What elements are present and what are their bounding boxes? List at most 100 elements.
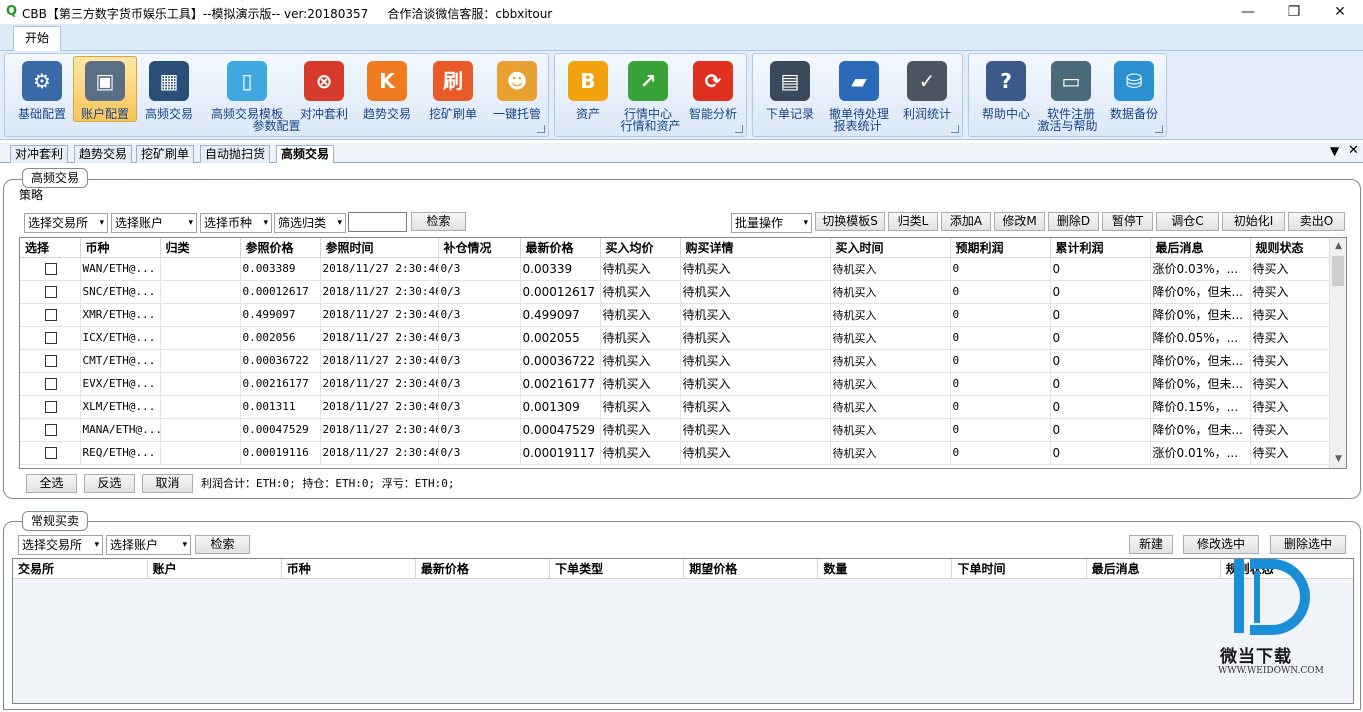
ribbon-button-hedge[interactable]: ⊗ 对冲套利 xyxy=(294,56,354,122)
column-header[interactable]: 账户 xyxy=(147,559,282,579)
group-launcher-icon[interactable] xyxy=(537,125,545,133)
column-header[interactable]: 下单类型 xyxy=(549,559,685,579)
ribbon-button-folder-check[interactable]: ✓ 利润统计 xyxy=(897,56,957,122)
column-header[interactable]: 最后消息 xyxy=(1086,559,1221,579)
ribbon-button-server[interactable]: ▦ 高频交易 xyxy=(139,56,199,122)
new-order-button[interactable]: 新建 xyxy=(1129,535,1173,554)
column-header[interactable]: 最后消息 xyxy=(1150,238,1251,258)
table-row[interactable]: CMT/ETH@... 0.00036722 2018/11/27 2:30:46 0… xyxy=(20,349,1332,373)
row-checkbox[interactable] xyxy=(44,308,57,321)
row-checkbox[interactable] xyxy=(44,400,57,413)
ribbon-button-refresh[interactable]: ⟳ 智能分析 xyxy=(683,56,743,122)
column-header[interactable]: 参照价格 xyxy=(240,238,321,258)
ribbon-button-bitcoin[interactable]: B 资产 xyxy=(561,56,615,122)
row-checkbox[interactable] xyxy=(44,331,57,344)
delete-button[interactable]: 删除D xyxy=(1048,212,1099,231)
ribbon-button-computer[interactable]: ▣ 账户配置 xyxy=(73,56,137,122)
tab-trend[interactable]: 趋势交易 xyxy=(74,145,133,163)
column-header[interactable]: 购买详情 xyxy=(680,238,831,258)
table-row[interactable]: XLM/ETH@... 0.001311 2018/11/27 2:30:46 0/3… xyxy=(20,395,1332,419)
column-header[interactable]: 预期利润 xyxy=(950,238,1051,258)
table-row[interactable]: MANA/ETH@... 0.00047529 2018/11/27 2:30:46… xyxy=(20,418,1332,442)
column-header[interactable]: 选择 xyxy=(20,238,81,258)
column-header[interactable]: 币种 xyxy=(80,238,161,258)
minimize-button[interactable]: — xyxy=(1225,0,1271,24)
ribbon-button-order-record[interactable]: ▤ 下单记录 xyxy=(759,56,821,122)
account-select[interactable]: 选择账户 ▾ xyxy=(111,213,197,233)
tab-close-icon[interactable]: ✕ xyxy=(1348,143,1359,158)
invert-selection-button[interactable]: 反选 xyxy=(84,474,135,493)
ribbon-button-folder[interactable]: ▰ 撤单待处理 xyxy=(825,56,893,122)
add-button[interactable]: 添加A xyxy=(941,212,991,231)
column-header[interactable]: 数量 xyxy=(817,559,953,579)
column-header[interactable]: 币种 xyxy=(281,559,416,579)
ribbon-button-phone[interactable]: ▯ 高频交易模板 xyxy=(204,56,290,122)
ribbon-button-register[interactable]: ▭ 软件注册 xyxy=(1041,56,1101,122)
row-checkbox[interactable] xyxy=(44,262,57,275)
exchange-select[interactable]: 选择交易所 ▾ xyxy=(24,213,108,233)
column-header[interactable]: 最新价格 xyxy=(415,559,551,579)
column-header[interactable]: 参照时间 xyxy=(320,238,439,258)
table-row[interactable]: SNC/ETH@... 0.00012617 2018/11/27 2:30:46 0… xyxy=(20,280,1332,304)
table-row[interactable]: ICX/ETH@... 0.002056 2018/11/27 2:30:46 0/3… xyxy=(20,326,1332,350)
column-header[interactable]: 交易所 xyxy=(13,559,148,579)
ribbon-button-robot[interactable]: ☻ 一键托管 xyxy=(485,56,549,122)
tab-hft[interactable]: 高频交易 xyxy=(276,145,335,163)
column-header[interactable]: 累计利润 xyxy=(1050,238,1151,258)
column-header[interactable]: 补仓情况 xyxy=(438,238,521,258)
tab-mining[interactable]: 挖矿刷单 xyxy=(136,145,195,163)
close-button[interactable]: ✕ xyxy=(1317,0,1363,24)
ribbon-tab-start[interactable]: 开始 xyxy=(13,26,61,52)
pause-button[interactable]: 暂停T xyxy=(1102,212,1153,231)
row-checkbox[interactable] xyxy=(44,446,57,459)
sell-button[interactable]: 卖出O xyxy=(1288,212,1345,231)
category-filter-select[interactable]: 筛选归类 ▾ xyxy=(274,213,346,233)
scrollbar-thumb[interactable] xyxy=(1332,256,1344,286)
table-row[interactable]: XMR/ETH@... 0.499097 2018/11/27 2:30:46 0/3… xyxy=(20,303,1332,327)
tab-dropdown-icon[interactable]: ▼ xyxy=(1330,144,1339,158)
ribbon-button-mining[interactable]: 刷挖矿刷单 xyxy=(423,56,483,122)
group-launcher-icon[interactable] xyxy=(735,125,743,133)
row-checkbox[interactable] xyxy=(44,285,57,298)
tab-hedge[interactable]: 对冲套利 xyxy=(10,145,69,163)
cancel-selection-button[interactable]: 取消 xyxy=(142,474,193,493)
ribbon-button-chart-up[interactable]: ↗ 行情中心 xyxy=(619,56,677,122)
vertical-scrollbar[interactable]: ▲ ▼ xyxy=(1329,238,1346,468)
regular-search-button[interactable]: 检索 xyxy=(195,535,250,554)
column-header[interactable]: 下单时间 xyxy=(951,559,1087,579)
column-header[interactable]: 规则状态 xyxy=(1250,238,1332,258)
coin-select[interactable]: 选择币种 ▾ xyxy=(200,213,272,233)
regular-exchange-select[interactable]: 选择交易所 ▾ xyxy=(18,535,103,555)
modify-button[interactable]: 修改M xyxy=(994,212,1045,231)
ribbon-button-toolbox[interactable]: ⚙ 基础配置 xyxy=(11,56,73,122)
column-header[interactable]: 最新价格 xyxy=(520,238,601,258)
scroll-up-icon[interactable]: ▲ xyxy=(1330,238,1346,255)
batch-operation-select[interactable]: 批量操作 ▾ xyxy=(731,213,812,233)
row-checkbox[interactable] xyxy=(44,423,57,436)
regular-account-select[interactable]: 选择账户 ▾ xyxy=(106,535,191,555)
select-all-button[interactable]: 全选 xyxy=(26,474,77,493)
initialize-button[interactable]: 初始化I xyxy=(1222,212,1285,231)
ribbon-button-trend[interactable]: K 趋势交易 xyxy=(357,56,417,122)
table-row[interactable]: WAN/ETH@... 0.003389 2018/11/27 2:30:46 0/3… xyxy=(20,257,1332,281)
search-button[interactable]: 检索 xyxy=(411,212,466,231)
table-row[interactable]: REQ/ETH@... 0.00019116 2018/11/27 2:30:46 0… xyxy=(20,441,1332,465)
column-header[interactable]: 买入均价 xyxy=(600,238,681,258)
categorize-button[interactable]: 归类L xyxy=(888,212,938,231)
column-header[interactable]: 买入时间 xyxy=(830,238,951,258)
column-header[interactable]: 归类 xyxy=(160,238,241,258)
group-launcher-icon[interactable] xyxy=(951,125,959,133)
group-launcher-icon[interactable] xyxy=(1155,125,1163,133)
scroll-down-icon[interactable]: ▼ xyxy=(1330,451,1346,468)
maximize-button[interactable]: ❐ xyxy=(1271,0,1317,24)
ribbon-button-backup[interactable]: ⛁ 数据备份 xyxy=(1105,56,1163,122)
switch-template-button[interactable]: 切换模板S xyxy=(815,212,885,231)
table-row[interactable]: EVX/ETH@... 0.00216177 2018/11/27 2:30:46 0… xyxy=(20,372,1332,396)
rebalance-button[interactable]: 调仓C xyxy=(1156,212,1219,231)
tab-auto-sweep[interactable]: 自动抛扫货 xyxy=(200,145,271,163)
search-input[interactable] xyxy=(348,212,407,232)
row-checkbox[interactable] xyxy=(44,377,57,390)
ribbon-button-help[interactable]: ? 帮助中心 xyxy=(975,56,1037,122)
row-checkbox[interactable] xyxy=(44,354,57,367)
column-header[interactable]: 期望价格 xyxy=(683,559,819,579)
